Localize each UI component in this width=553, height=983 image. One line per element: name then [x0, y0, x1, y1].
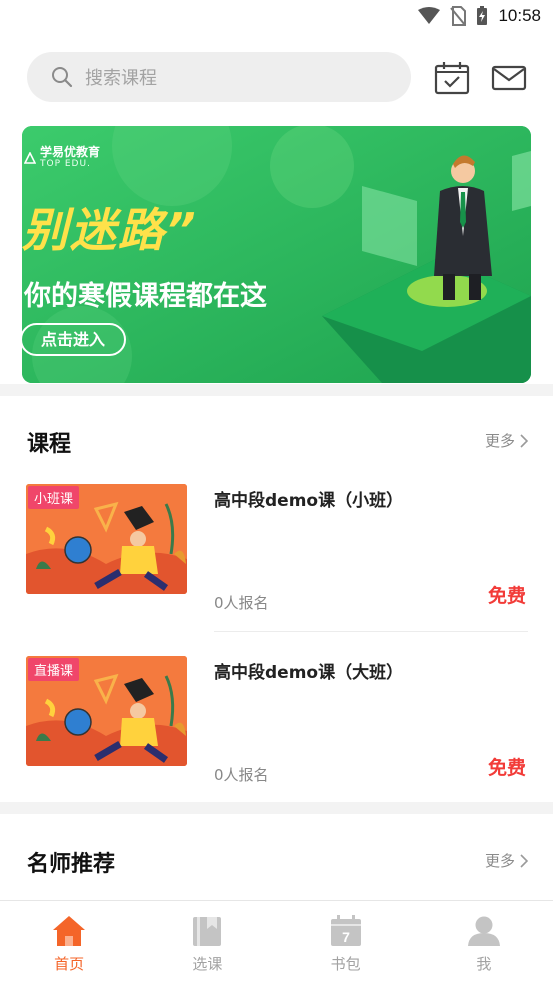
tab-home[interactable]: 首页: [0, 901, 138, 983]
banner-subline: 你的寒假课程都在这: [24, 281, 267, 312]
course-thumbnail: 直播课: [26, 656, 187, 766]
teachers-more-label: 更多: [484, 852, 515, 870]
brand-logo: 学易优教育 TOP EDU.: [24, 146, 100, 169]
home-header: 搜索课程 学易优教育 TOP EDU. 别迷路” 你的寒假课程都在这 点击进入: [0, 34, 553, 384]
battery-charging-icon: [477, 6, 488, 25]
chevron-right-icon: [520, 433, 528, 448]
brand-name-en: TOP EDU.: [40, 159, 91, 169]
tab-courses-label: 选课: [192, 955, 223, 973]
promo-banner[interactable]: 学易优教育 TOP EDU. 别迷路” 你的寒假课程都在这 点击进入: [22, 126, 531, 383]
status-icons: 10:58: [418, 6, 541, 26]
teachers-section: 名师推荐 更多: [0, 814, 553, 900]
courses-more-link[interactable]: 更多: [485, 430, 528, 451]
book-icon: [193, 917, 222, 946]
courses-title: 课程: [27, 432, 72, 457]
clock: 10:58: [498, 6, 541, 25]
banner-cta-button[interactable]: 点击进入: [22, 323, 126, 356]
tab-schoolbag[interactable]: 7 书包: [277, 901, 415, 983]
brand-logo-icon: [24, 151, 36, 164]
calendar-icon: 7: [330, 915, 361, 946]
course-price: 免费: [487, 585, 526, 607]
course-enrollment: 0人报名: [214, 766, 269, 784]
wifi-icon: [418, 7, 441, 24]
course-title: 高中段demo课（小班）: [214, 491, 404, 511]
course-enrollment: 0人报名: [214, 594, 269, 612]
search-placeholder: 搜索课程: [85, 68, 157, 89]
tab-courses[interactable]: 选课: [138, 901, 276, 983]
course-thumbnail: 小班课: [26, 484, 187, 594]
tab-me[interactable]: 我: [415, 901, 553, 983]
course-type-badge: 直播课: [28, 658, 80, 681]
no-sim-icon: [450, 6, 467, 26]
courses-more-label: 更多: [484, 432, 515, 450]
search-icon: [52, 67, 73, 88]
bottom-tab-bar: 首页 选课 7 书包 我: [0, 900, 553, 983]
tab-home-label: 首页: [54, 955, 85, 973]
courses-section: 课程 更多 小班课 高中段demo课（小班） 0人报名 免费 直播课 高中段de…: [0, 396, 553, 802]
teachers-title: 名师推荐: [27, 852, 116, 877]
course-title: 高中段demo课（大班）: [214, 663, 404, 683]
chevron-right-icon: [520, 853, 528, 868]
divider: [214, 631, 528, 632]
tab-me-label: 我: [476, 955, 492, 973]
course-price: 免费: [487, 757, 526, 779]
search-bar[interactable]: 搜索课程: [27, 52, 411, 102]
calendar-check-icon[interactable]: [434, 61, 470, 95]
course-type-badge: 小班课: [28, 486, 80, 509]
mail-icon[interactable]: [491, 61, 527, 95]
banner-headline: 别迷路”: [22, 203, 198, 257]
tab-schoolbag-label: 书包: [330, 955, 361, 973]
status-bar: 10:58: [0, 0, 553, 34]
user-icon: [467, 916, 500, 946]
teachers-more-link[interactable]: 更多: [485, 850, 528, 871]
home-icon: [53, 916, 86, 946]
course-item[interactable]: 直播课 高中段demo课（大班） 0人报名 免费: [0, 656, 553, 816]
brand-name: 学易优教育: [40, 145, 101, 159]
calendar-day-text: 7: [342, 929, 350, 945]
course-item[interactable]: 小班课 高中段demo课（小班） 0人报名 免费: [0, 484, 553, 644]
